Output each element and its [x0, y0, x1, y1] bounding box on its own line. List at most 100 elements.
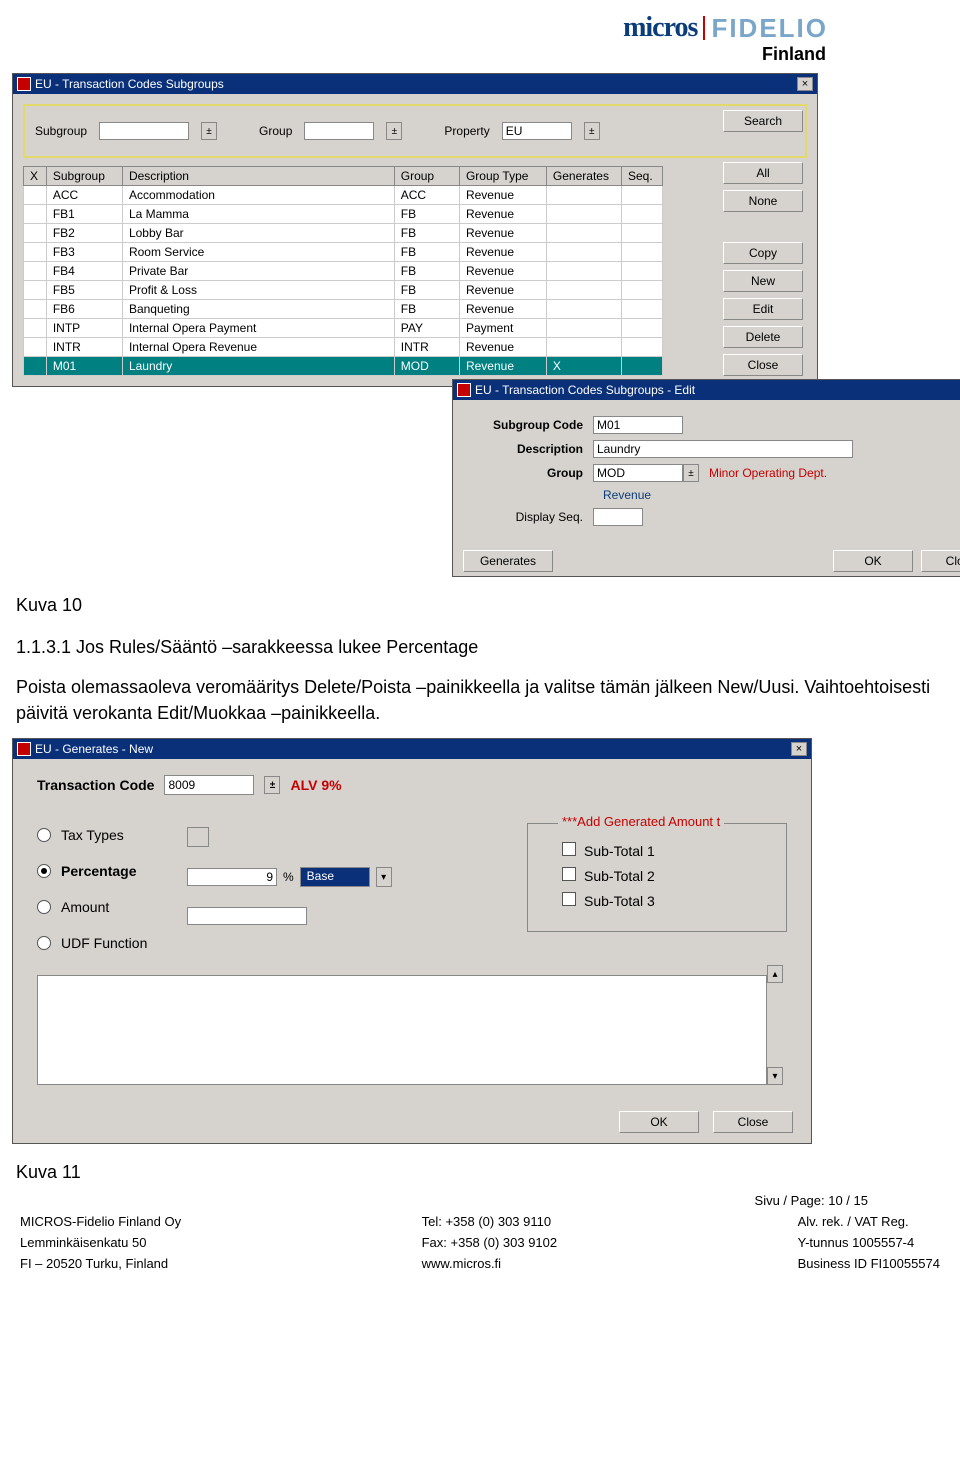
cell-grp: FB [394, 300, 459, 319]
percentage-input[interactable] [187, 868, 277, 886]
document-text: 1.1.3.1 Jos Rules/Sääntö –sarakkeessa lu… [16, 634, 944, 726]
table-row[interactable]: FB2Lobby BarFBRevenue [24, 224, 663, 243]
radio-percentage-label: Percentage [61, 863, 136, 879]
figure-caption-11: Kuva 11 [16, 1162, 948, 1183]
col-grouptype[interactable]: Group Type [459, 167, 546, 186]
cell-desc: Internal Opera Revenue [122, 338, 394, 357]
table-row[interactable]: FB1La MammaFBRevenue [24, 205, 663, 224]
radio-tax[interactable] [37, 828, 51, 842]
col-group[interactable]: Group [394, 167, 459, 186]
table-row[interactable]: ACCAccommodationACCRevenue [24, 186, 663, 205]
tcode-hint: ALV 9% [290, 777, 341, 793]
udf-textarea[interactable] [37, 975, 767, 1085]
brand-separator [703, 16, 705, 40]
cell-gen [546, 186, 621, 205]
subgroup-input[interactable] [99, 122, 189, 140]
table-row[interactable]: INTRInternal Opera RevenueINTRRevenue [24, 338, 663, 357]
col-description[interactable]: Description [122, 167, 394, 186]
none-button[interactable]: None [723, 190, 803, 212]
generates-button[interactable]: Generates [463, 550, 553, 572]
radio-udf-label: UDF Function [61, 935, 147, 951]
search-button[interactable]: Search [723, 110, 803, 132]
cell-seq [621, 281, 662, 300]
tax-picker[interactable] [187, 827, 209, 847]
group-dropdown-icon[interactable]: ± [683, 464, 699, 482]
brand-micros: micros [623, 12, 697, 44]
group-input[interactable] [304, 122, 374, 140]
footer-col-3: Alv. rek. / VAT Reg. Y-tunnus 1005557-4 … [798, 1212, 940, 1274]
cell-gen [546, 205, 621, 224]
cell-grp: FB [394, 205, 459, 224]
table-row[interactable]: M01LaundryMODRevenueX [24, 357, 663, 376]
edit-button[interactable]: Edit [723, 298, 803, 320]
subtotal1-checkbox[interactable] [562, 842, 576, 856]
cell-gen [546, 300, 621, 319]
col-generates[interactable]: Generates [546, 167, 621, 186]
cell-desc: Laundry [122, 357, 394, 376]
base-select[interactable]: Base [300, 867, 370, 887]
description-input[interactable] [593, 440, 853, 458]
radio-udf[interactable] [37, 936, 51, 950]
property-dropdown-icon[interactable]: ± [584, 122, 600, 140]
tcode-dropdown-icon[interactable]: ± [264, 776, 280, 794]
copy-button[interactable]: Copy [723, 242, 803, 264]
window-generates: EU - Generates - New × Transaction Code … [12, 738, 812, 1144]
cell-sub: FB2 [46, 224, 122, 243]
cell-gen [546, 262, 621, 281]
cell-x [24, 205, 47, 224]
subgroup-label: Subgroup [35, 124, 87, 138]
group-label: Group [463, 466, 593, 480]
titlebar-subgroups: EU - Transaction Codes Subgroups × [13, 74, 817, 94]
titlebar-edit: EU - Transaction Codes Subgroups - Edit … [453, 380, 960, 400]
cell-desc: Lobby Bar [122, 224, 394, 243]
col-subgroup[interactable]: Subgroup [46, 167, 122, 186]
property-input[interactable] [502, 122, 572, 140]
cell-gt: Revenue [459, 357, 546, 376]
displayseq-input[interactable] [593, 508, 643, 526]
new-button[interactable]: New [723, 270, 803, 292]
ok-button[interactable]: OK [619, 1111, 699, 1133]
cell-grp: PAY [394, 319, 459, 338]
cell-gt: Revenue [459, 224, 546, 243]
subtotal3-label: Sub-Total 3 [584, 893, 655, 909]
table-row[interactable]: FB3Room ServiceFBRevenue [24, 243, 663, 262]
cell-seq [621, 319, 662, 338]
subtotal3-checkbox[interactable] [562, 892, 576, 906]
table-row[interactable]: FB5Profit & LossFBRevenue [24, 281, 663, 300]
subgroup-code-input[interactable] [593, 416, 683, 434]
group-dropdown-icon[interactable]: ± [386, 122, 402, 140]
all-button[interactable]: All [723, 162, 803, 184]
close-icon[interactable]: × [791, 742, 807, 756]
group-input[interactable] [593, 464, 683, 482]
scroll-down-icon[interactable]: ▾ [767, 1067, 783, 1085]
close-button[interactable]: Close [723, 354, 803, 376]
table-row[interactable]: FB6BanquetingFBRevenue [24, 300, 663, 319]
col-seq[interactable]: Seq. [621, 167, 662, 186]
subtotal2-checkbox[interactable] [562, 867, 576, 881]
close-button[interactable]: Close [921, 550, 960, 572]
radio-amount[interactable] [37, 900, 51, 914]
description-label: Description [463, 442, 593, 456]
col-x[interactable]: X [24, 167, 47, 186]
amount-input[interactable] [187, 907, 307, 925]
tcode-input[interactable] [164, 775, 254, 795]
scroll-up-icon[interactable]: ▴ [767, 965, 783, 983]
table-row[interactable]: INTPInternal Opera PaymentPAYPayment [24, 319, 663, 338]
cell-grp: ACC [394, 186, 459, 205]
cell-x [24, 224, 47, 243]
cell-seq [621, 205, 662, 224]
ok-button[interactable]: OK [833, 550, 913, 572]
app-icon [17, 77, 31, 91]
percent-sign: % [283, 870, 294, 884]
radio-percentage[interactable] [37, 864, 51, 878]
base-dropdown-icon[interactable]: ▾ [376, 867, 392, 887]
close-button[interactable]: Close [713, 1111, 793, 1133]
cell-sub: INTR [46, 338, 122, 357]
cell-sub: FB3 [46, 243, 122, 262]
delete-button[interactable]: Delete [723, 326, 803, 348]
table-row[interactable]: FB4Private BarFBRevenue [24, 262, 663, 281]
cell-desc: Private Bar [122, 262, 394, 281]
add-generated-box: ***Add Generated Amount t Sub-Total 1 Su… [527, 823, 787, 932]
subgroup-dropdown-icon[interactable]: ± [201, 122, 217, 140]
close-icon[interactable]: × [797, 77, 813, 91]
